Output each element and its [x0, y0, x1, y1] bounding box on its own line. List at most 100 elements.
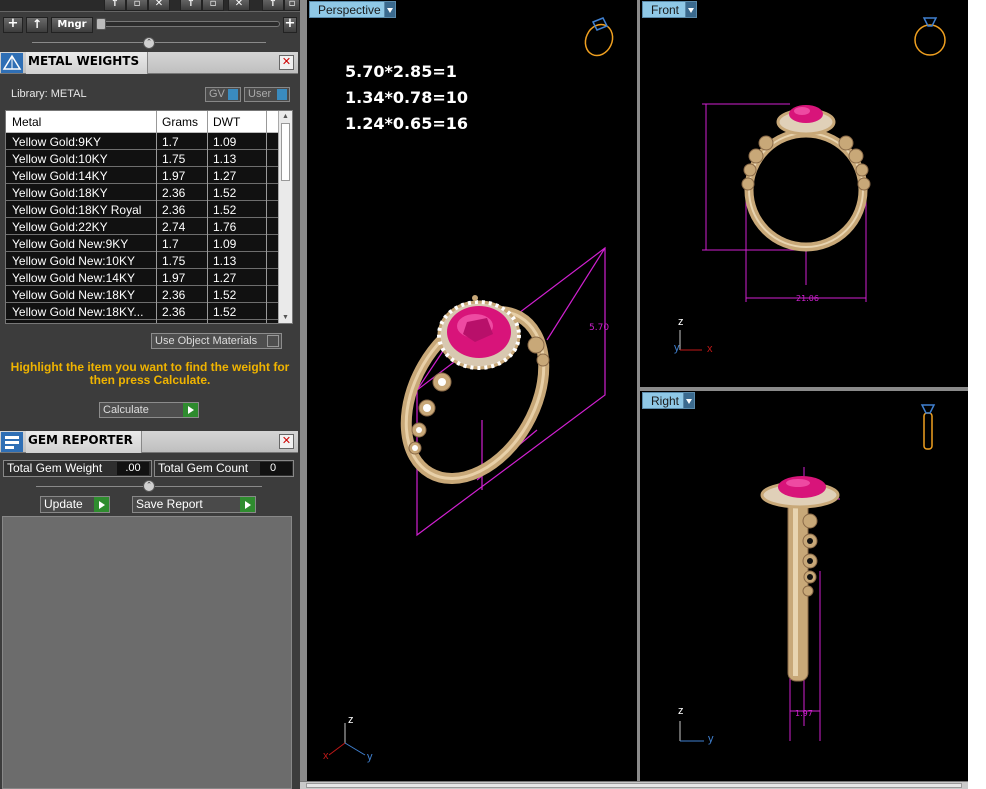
toolbar-slider-knob[interactable]	[96, 18, 106, 30]
toolbar-close2-button[interactable]: ✕	[228, 0, 250, 11]
scroll-up-icon[interactable]: ▲	[282, 113, 289, 120]
cell-metal: Yellow Gold:18KY	[12, 186, 108, 200]
cell-dwt: 1.52	[213, 305, 237, 319]
front-viewport[interactable]: 21.06 z y x Front	[640, 0, 968, 387]
cell-metal: Yellow Gold:18KY Royal	[12, 203, 142, 217]
cell-metal: Yellow Gold New:14KY	[12, 271, 135, 285]
add-button[interactable]: +	[3, 17, 23, 33]
table-row[interactable]: Yellow Gold New:18KY 2.36 1.52	[6, 286, 282, 303]
total-gem-count-label: Total Gem Count	[158, 461, 249, 475]
bottom-scrollbar[interactable]	[300, 781, 968, 789]
cell-grams: 2.36	[162, 305, 186, 319]
cell-grams: 1.75	[162, 254, 186, 268]
toolbar-save3-button[interactable]: ▫	[284, 0, 300, 11]
table-row[interactable]: Yellow Gold New:22KY 2.74 1.76	[6, 320, 282, 323]
bottom-scrollbar-thumb[interactable]	[306, 783, 962, 788]
user-label: User	[248, 88, 272, 100]
cell-dwt: 1.09	[213, 237, 237, 251]
right-axis-y: y	[708, 733, 714, 745]
table-row[interactable]: Yellow Gold:9KY 1.7 1.09	[6, 133, 282, 150]
right-ring-icon[interactable]	[920, 404, 936, 450]
scrollbar-thumb[interactable]	[281, 123, 290, 181]
update-button[interactable]: Update	[40, 496, 110, 513]
table-row[interactable]: Yellow Gold:18KY Royal 2.36 1.52	[6, 201, 282, 218]
front-ring-icon[interactable]	[914, 17, 946, 56]
gem-reporter-close-button[interactable]: ✕	[279, 434, 294, 449]
use-object-materials-checkbox[interactable]: Use Object Materials	[151, 333, 282, 349]
save-report-button[interactable]: Save Report	[132, 496, 256, 513]
calculate-button[interactable]: Calculate	[99, 402, 199, 418]
column-separator	[266, 111, 267, 323]
cell-grams: 2.36	[162, 203, 186, 217]
user-toggle[interactable]: User	[244, 87, 290, 102]
axis-y-label: y	[367, 751, 373, 763]
column-separator	[207, 111, 208, 323]
metal-weights-close-button[interactable]: ✕	[279, 55, 294, 70]
cell-metal: Yellow Gold:14KY	[12, 169, 108, 183]
table-row[interactable]: Yellow Gold:14KY 1.97 1.27	[6, 167, 282, 184]
column-grams[interactable]: Grams	[162, 115, 198, 129]
metal-table-scrollbar[interactable]: ▲ ▼	[278, 111, 292, 323]
toolbar-up-button[interactable]: ↑	[104, 0, 126, 11]
left-panel: ↑ ▫ ✕ ↑ ▫ ✕ ↑ ▫ + ↑ Mngr + ⌃ METAL WEIGH…	[0, 0, 300, 789]
table-row[interactable]: Yellow Gold New:9KY 1.7 1.09	[6, 235, 282, 252]
toolbar-slider[interactable]	[96, 21, 280, 27]
column-metal[interactable]: Metal	[12, 115, 41, 129]
front-width-dim: 21.06	[796, 294, 819, 303]
total-gem-count-value[interactable]: 0	[260, 462, 292, 475]
perspective-viewport[interactable]: 5.70 z x y 5.70*2.85=1 1.34*0.78=10 1.24…	[307, 0, 637, 781]
zoom-plus-button[interactable]: +	[283, 17, 297, 33]
cell-grams: 2.36	[162, 186, 186, 200]
cell-metal: Yellow Gold New:18KY	[12, 288, 135, 302]
table-row[interactable]: Yellow Gold New:14KY 1.97 1.27	[6, 269, 282, 286]
table-row[interactable]: Yellow Gold New:18KY... 2.36 1.52	[6, 303, 282, 320]
toolbar-up3-button[interactable]: ↑	[262, 0, 284, 11]
cell-dwt: 1.27	[213, 169, 237, 183]
use-object-materials-label: Use Object Materials	[155, 335, 258, 347]
table-row[interactable]: Yellow Gold:22KY 2.74 1.76	[6, 218, 282, 235]
perspective-tab[interactable]: Perspective	[309, 1, 390, 18]
axis-x-label: x	[323, 750, 329, 762]
toolbar-save-button[interactable]: ▫	[126, 0, 148, 11]
cell-grams: 1.7	[162, 237, 179, 251]
move-up-button[interactable]: ↑	[26, 17, 48, 33]
perspective-view-dropdown[interactable]	[384, 1, 396, 18]
perspective-ring-icon[interactable]	[580, 17, 617, 60]
table-row[interactable]: Yellow Gold:10KY 1.75 1.13	[6, 150, 282, 167]
gem-report-icon	[1, 432, 23, 452]
gem-reporter-header: GEM REPORTER ✕	[0, 431, 298, 453]
collapse-knob[interactable]: ⌃	[143, 37, 155, 49]
right-view-dropdown[interactable]	[683, 392, 695, 409]
perspective-ring	[400, 295, 550, 485]
toolbar-close-button[interactable]: ✕	[148, 0, 170, 11]
total-gem-weight-value[interactable]: .00	[117, 462, 149, 475]
toolbar-up2-button[interactable]: ↑	[180, 0, 202, 11]
cell-dwt: 1.52	[213, 186, 237, 200]
front-tab[interactable]: Front	[642, 1, 689, 18]
toolbar-save2-button[interactable]: ▫	[202, 0, 224, 11]
scroll-down-icon[interactable]: ▼	[282, 314, 289, 321]
column-dwt[interactable]: DWT	[213, 115, 240, 129]
cell-metal: Yellow Gold New:18KY...	[12, 305, 144, 319]
table-row[interactable]: Yellow Gold:18KY 2.36 1.52	[6, 184, 282, 201]
gem-collapse-knob[interactable]: ⌃	[143, 480, 155, 492]
play-icon	[183, 403, 198, 417]
metal-weights-title: METAL WEIGHTS	[26, 52, 149, 74]
axis-z-label: z	[348, 714, 354, 726]
right-viewport[interactable]: 1.97 z y Right	[640, 391, 968, 781]
calculate-hint: Highlight the item you want to find the …	[10, 360, 290, 387]
update-label: Update	[44, 497, 83, 511]
table-row[interactable]: Yellow Gold New:10KY 1.75 1.13	[6, 252, 282, 269]
gv-toggle[interactable]: GV	[205, 87, 241, 102]
save-report-label: Save Report	[136, 497, 203, 511]
cell-dwt: 1.76	[213, 322, 236, 323]
cell-dwt: 1.52	[213, 288, 237, 302]
manager-button[interactable]: Mngr	[51, 17, 93, 33]
right-scene: 1.97	[679, 404, 936, 742]
cell-metal: Yellow Gold:9KY	[12, 135, 101, 149]
cell-metal: Yellow Gold New:10KY	[12, 254, 135, 268]
viewport-frame: 5.70 z x y 5.70*2.85=1 1.34*0.78=10 1.24…	[300, 0, 968, 781]
right-tab[interactable]: Right	[642, 392, 689, 409]
front-scene: 21.06	[679, 17, 946, 351]
front-view-dropdown[interactable]	[685, 1, 697, 18]
